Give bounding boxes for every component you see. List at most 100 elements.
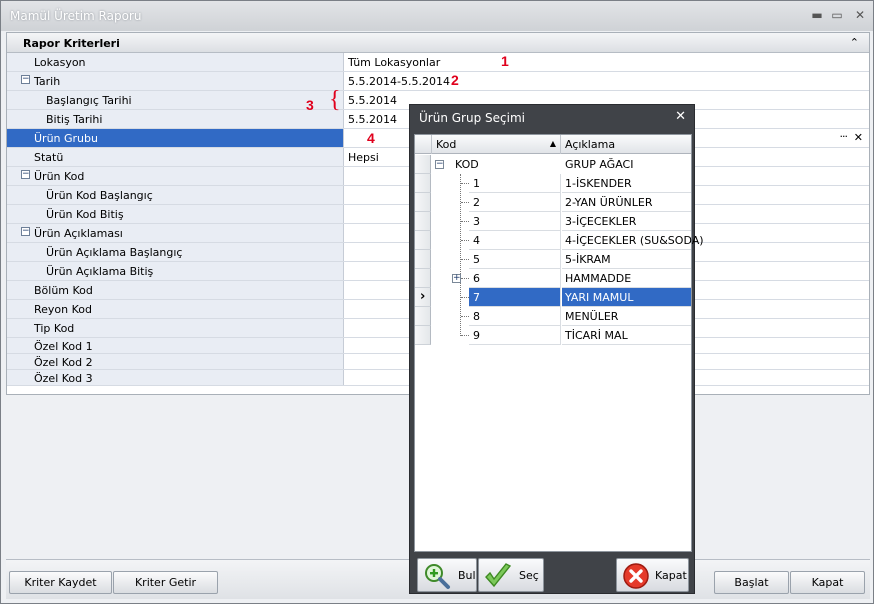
criteria-label-cell[interactable]: Başlangıç Tarihi [7,91,344,109]
clear-value-icon[interactable]: ✕ [854,131,863,144]
tree-cell-kod[interactable]: 9 [469,326,561,345]
criteria-label: Tip Kod [34,322,75,335]
cancel-icon [623,563,649,589]
tree-cell-aciklama[interactable]: 1-İSKENDER [562,174,691,193]
tree-row[interactable]: 8 MENÜLER [415,307,691,326]
criteria-row[interactable]: − Tarih 5.5.2014-5.5.2014 [7,72,869,91]
tree-row[interactable]: 3 3-İÇECEKLER [415,212,691,231]
criteria-label-cell[interactable]: Ürün Kod Başlangıç [7,186,344,204]
tree-cell-aciklama[interactable]: HAMMADDE [562,269,691,288]
tree-cell-aciklama[interactable]: 3-İÇECEKLER [562,212,691,231]
ellipsis-icon[interactable]: ··· [840,130,848,143]
tree-row[interactable]: 2 2-YAN ÜRÜNLER [415,193,691,212]
dialog-close-icon[interactable]: ✕ [675,109,686,124]
kriter-getir-button[interactable]: Kriter Getir [113,571,218,594]
tree-row[interactable]: 9 TİCARİ MAL [415,326,691,345]
close-icon[interactable]: ✕ [852,7,868,23]
title-bar[interactable]: Mamül Üretim Raporu ▬ ▭ ✕ [1,1,873,31]
tree-cell-aciklama[interactable]: GRUP AĞACI [562,155,691,174]
row-indicator[interactable] [415,212,431,231]
criteria-label-cell[interactable]: Bölüm Kod [7,281,344,299]
criteria-label: Tarih [34,75,61,88]
minimize-icon[interactable]: ▬ [809,7,825,23]
bul-label: Bul [458,569,476,582]
row-indicator[interactable] [415,231,431,250]
tree-row[interactable]: 1 1-İSKENDER [415,174,691,193]
maximize-icon[interactable]: ▭ [829,7,845,23]
kapat-button[interactable]: Kapat [790,571,865,594]
tree-row[interactable]: 4 4-İÇECEKLER (SU&SODA) [415,231,704,250]
tree-cell-kod[interactable]: 8 [469,307,561,326]
tree-cell-kod[interactable]: 3 [469,212,561,231]
criteria-label-cell[interactable]: Reyon Kod [7,300,344,318]
tree-branch-line [461,316,469,317]
criteria-label-cell[interactable]: − Ürün Açıklaması [7,224,344,242]
tree-cell-kod[interactable]: 5 [469,250,561,269]
criteria-label-cell[interactable]: Özel Kod 2 [7,354,344,369]
criteria-label-cell[interactable]: − Tarih [7,72,344,90]
current-row-pointer-icon: › [420,289,426,304]
tree-aciklama-text: 3-İÇECEKLER [565,215,637,228]
criteria-label-cell[interactable]: Ürün Grubu [7,129,344,147]
tree-cell-aciklama[interactable]: 5-İKRAM [562,250,691,269]
tree-row[interactable]: KOD GRUP AĞACI − [415,155,691,174]
criteria-label-cell[interactable]: Ürün Açıklama Başlangıç [7,243,344,261]
tree-aciklama-text: HAMMADDE [565,272,632,285]
criteria-label-cell[interactable]: Tip Kod [7,319,344,337]
criteria-label-cell[interactable]: Statü [7,148,344,166]
criteria-value-cell[interactable]: Tüm Lokasyonlar [345,53,869,71]
row-indicator[interactable] [415,269,431,288]
collapse-root-icon[interactable]: − [435,160,444,169]
dialog-title-bar[interactable]: Ürün Grup Seçimi ✕ [410,105,694,130]
criteria-label-cell[interactable]: Özel Kod 3 [7,370,344,385]
tree-cell-kod[interactable]: 2 [469,193,561,212]
criteria-value: 5.5.2014 [348,94,397,107]
collapse-group-icon[interactable]: − [21,170,30,179]
tree-cell-aciklama[interactable]: TİCARİ MAL [562,326,691,345]
tree-cell-kod[interactable]: 1 [469,174,561,193]
criteria-value-cell[interactable]: 5.5.2014-5.5.2014 [345,72,869,90]
criteria-label-cell[interactable]: Ürün Kod Bitiş [7,205,344,223]
criteria-label-cell[interactable]: − Ürün Kod [7,167,344,185]
dialog-kapat-button[interactable]: Kapat [616,558,689,592]
row-indicator[interactable]: › [415,288,431,307]
row-indicator[interactable] [415,326,431,345]
tree-row[interactable]: 6 HAMMADDE + [415,269,691,288]
collapse-icon[interactable]: ⌃ [850,36,859,49]
criteria-value: Tüm Lokasyonlar [348,56,441,69]
column-aciklama-label: Açıklama [565,138,616,151]
criteria-label-cell[interactable]: Bitiş Tarihi [7,110,344,128]
bul-button[interactable]: Bul [417,558,477,592]
criteria-label-cell[interactable]: Ürün Açıklama Bitiş [7,262,344,280]
row-indicator[interactable] [415,193,431,212]
criteria-label: Ürün Açıklaması [34,227,123,240]
tree-row[interactable]: 5 5-İKRAM [415,250,691,269]
tree-cell-aciklama[interactable]: 2-YAN ÜRÜNLER [562,193,691,212]
tree-kod-text: 2 [473,196,480,209]
tree-cell-aciklama[interactable]: YARI MAMUL [562,288,691,307]
tree-cell-aciklama[interactable]: 4-İÇECEKLER (SU&SODA) [562,231,704,250]
row-indicator[interactable] [415,155,431,174]
tree-aciklama-text: 4-İÇECEKLER (SU&SODA) [565,234,704,247]
row-indicator[interactable] [415,307,431,326]
tree-row[interactable]: › 7 YARI MAMUL [415,288,691,307]
column-header-kod[interactable]: Kod ▲ [431,135,561,154]
collapse-group-icon[interactable]: − [21,227,30,236]
criteria-row[interactable]: Lokasyon Tüm Lokasyonlar [7,53,869,72]
expand-node-icon[interactable]: + [452,274,461,283]
tree-kod-text: 7 [473,291,480,304]
row-indicator[interactable] [415,174,431,193]
collapse-group-icon[interactable]: − [21,75,30,84]
sort-asc-icon: ▲ [549,139,556,148]
tree-cell-kod[interactable]: 4 [469,231,561,250]
row-indicator[interactable] [415,250,431,269]
criteria-label-cell[interactable]: Lokasyon [7,53,344,71]
tree-cell-kod[interactable]: KOD [451,155,561,174]
sec-button[interactable]: Seç [478,558,544,592]
tree-cell-kod[interactable]: 7 [469,288,561,307]
criteria-label-cell[interactable]: Özel Kod 1 [7,338,344,353]
baslat-button[interactable]: Başlat [714,571,789,594]
tree-cell-aciklama[interactable]: MENÜLER [562,307,691,326]
kriter-kaydet-button[interactable]: Kriter Kaydet [9,571,112,594]
tree-cell-kod[interactable]: 6 [469,269,561,288]
